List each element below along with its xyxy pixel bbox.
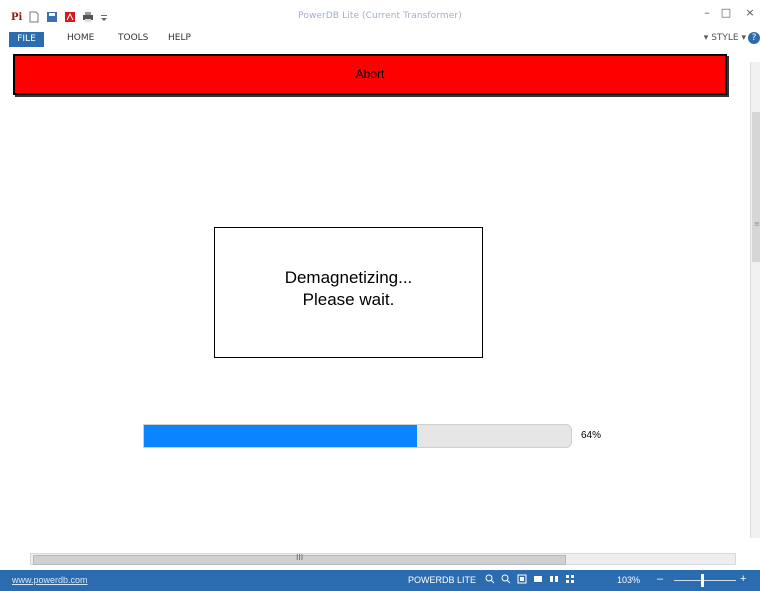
vertical-scroll-thumb[interactable]: ≡: [752, 112, 760, 262]
zoom-level: 103%: [617, 575, 641, 585]
zoom-out-icon[interactable]: [501, 574, 511, 584]
style-menu[interactable]: ▾ STYLE ▾: [704, 33, 746, 43]
minimize-button[interactable]: –: [697, 6, 717, 19]
document-area: Abort ≡ Demagnetizing... Please wait. 64…: [0, 47, 760, 565]
menu-tools[interactable]: TOOLS: [118, 33, 148, 43]
status-message-box: Demagnetizing... Please wait.: [214, 227, 483, 358]
zoom-slider-thumb[interactable]: [701, 574, 704, 587]
menu-bar: FILE HOME TOOLS HELP ▾ STYLE ▾ ?: [0, 32, 760, 47]
zoom-in-icon[interactable]: [485, 574, 495, 584]
scroll-grip-icon: ≡: [754, 220, 760, 228]
style-label: STYLE: [711, 33, 739, 43]
vertical-scrollbar[interactable]: ≡: [750, 62, 760, 538]
abort-button[interactable]: Abort: [13, 54, 727, 95]
zoom-plus-button[interactable]: +: [740, 573, 746, 585]
window-title: PowerDB Lite (Current Transformer): [298, 11, 462, 21]
menu-help[interactable]: HELP: [168, 33, 191, 43]
view-tools: [485, 574, 575, 584]
progress-bar: [143, 424, 572, 448]
fit-page-icon[interactable]: [517, 574, 527, 584]
menu-file[interactable]: FILE: [9, 32, 44, 47]
title-bar: Pi PowerDB Lite (Current Transformer) – …: [0, 0, 760, 32]
help-icon[interactable]: ?: [748, 32, 760, 44]
horizontal-scrollbar[interactable]: III: [30, 553, 736, 565]
message-line-1: Demagnetizing...: [284, 268, 413, 287]
maximize-button[interactable]: □: [716, 6, 736, 19]
zoom-minus-button[interactable]: –: [657, 573, 663, 585]
progress-percent: 64%: [581, 430, 602, 441]
message-line-2: Please wait.: [302, 290, 395, 309]
scroll-grip: III: [296, 553, 304, 562]
status-bar: www.powerdb.com POWERDB LITE 103% – +: [0, 570, 760, 591]
website-link[interactable]: www.powerdb.com: [12, 575, 88, 585]
menu-home[interactable]: HOME: [67, 33, 94, 43]
grid-view-icon[interactable]: [565, 574, 575, 584]
progress-fill: [144, 425, 418, 447]
close-button[interactable]: ×: [740, 6, 760, 19]
two-page-icon[interactable]: [549, 574, 559, 584]
chevron-down-icon: ▾: [738, 33, 746, 43]
horizontal-scroll-thumb[interactable]: III: [33, 553, 566, 565]
single-page-icon[interactable]: [533, 574, 543, 584]
app-name-label: POWERDB LITE: [408, 575, 477, 585]
zoom-slider[interactable]: [674, 580, 736, 581]
